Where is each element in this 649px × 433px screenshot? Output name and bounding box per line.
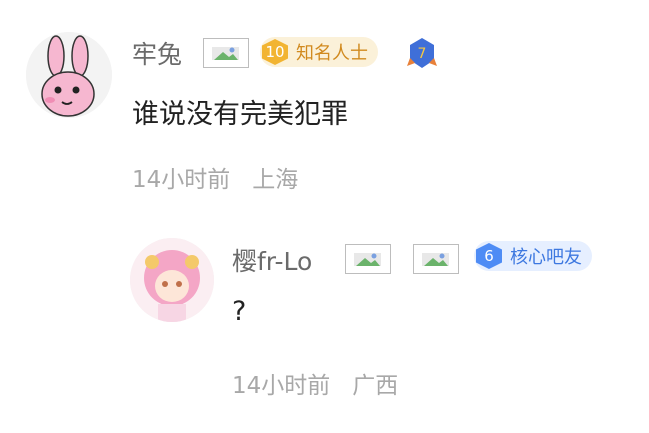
reply-meta: 14小时前 广西 — [232, 366, 398, 400]
comment-meta: 14小时前 上海 — [132, 160, 298, 194]
timestamp: 14小时前 — [132, 167, 231, 193]
level-badge[interactable]: 10 知名人士 — [260, 37, 378, 67]
level-title: 知名人士 — [296, 43, 368, 64]
image-placeholder-icon — [203, 38, 249, 68]
comment-text: 谁说没有完美犯罪 — [132, 99, 348, 130]
bunny-avatar-icon — [26, 32, 112, 118]
reply-text: ? — [232, 296, 247, 327]
username[interactable]: 樱fr-Lo — [232, 242, 312, 278]
username[interactable]: 牢兔 — [132, 35, 182, 71]
rank-icon[interactable]: 7 — [405, 36, 439, 70]
avatar[interactable] — [130, 238, 214, 322]
image-placeholder-icon — [345, 244, 391, 274]
avatar[interactable] — [26, 32, 112, 118]
level-title: 核心吧友 — [510, 247, 582, 268]
level-number: 10 — [262, 39, 288, 65]
location: 上海 — [252, 167, 299, 193]
level-badge[interactable]: 6 核心吧友 — [474, 241, 592, 271]
location: 广西 — [352, 373, 399, 399]
rank-level: 7 — [418, 46, 427, 62]
timestamp: 14小时前 — [232, 373, 331, 399]
anime-girl-avatar-icon — [130, 238, 214, 322]
level-number: 6 — [476, 243, 502, 269]
image-placeholder-icon — [413, 244, 459, 274]
